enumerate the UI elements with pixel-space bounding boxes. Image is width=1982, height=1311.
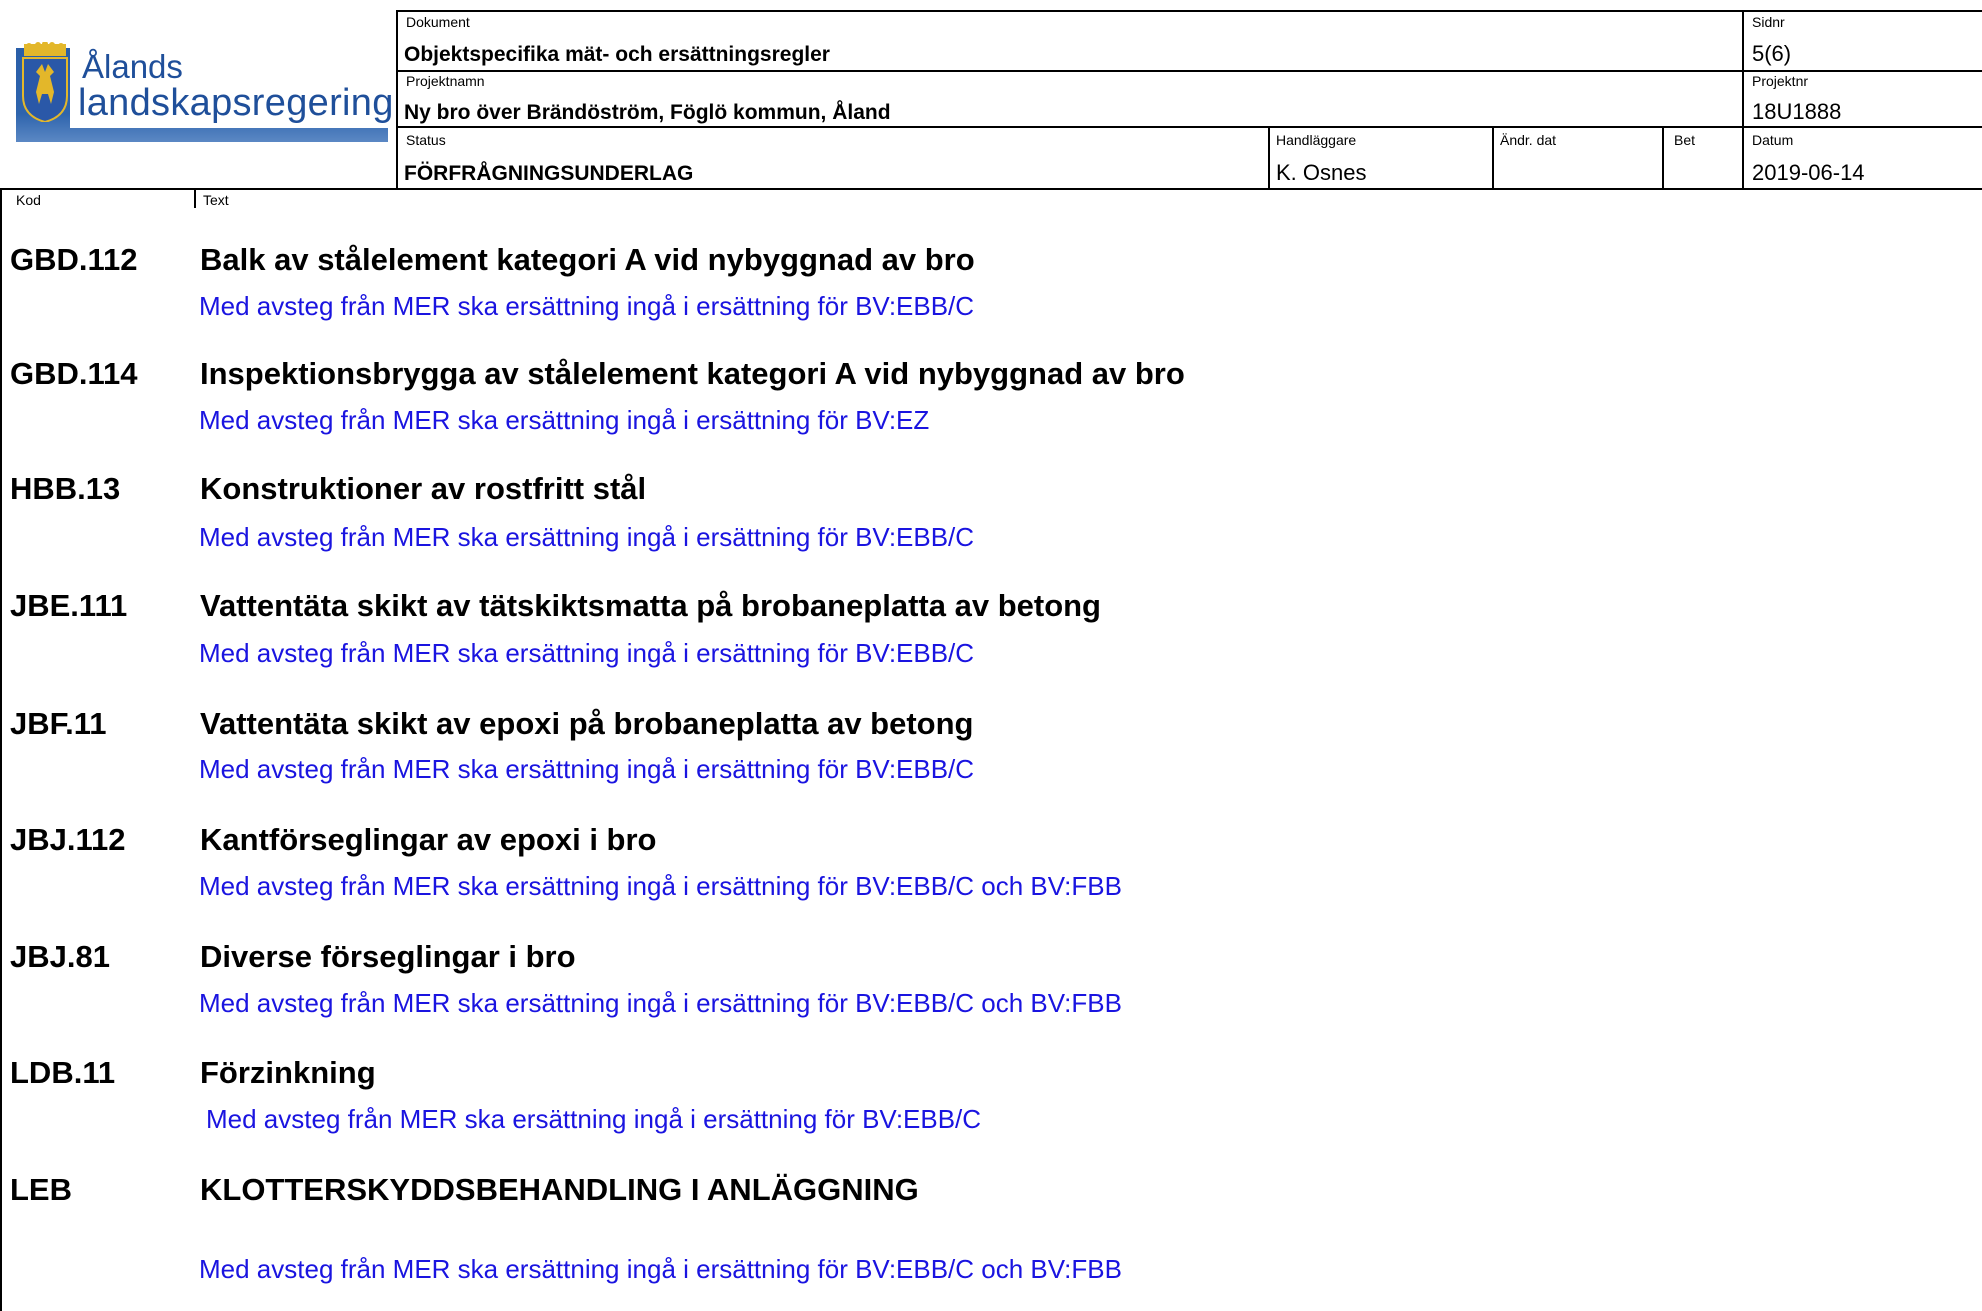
header-divider-right <box>1742 10 1744 190</box>
header-top-border <box>396 10 1982 12</box>
entry-note: Med avsteg från MER ska ersättning ingå … <box>206 1104 982 1134</box>
entry-code: JBE.111 <box>10 588 128 623</box>
andr-dat-label: Ändr. dat <box>1500 132 1557 148</box>
bet-label: Bet <box>1674 132 1696 148</box>
handlaggare-value: K. Osnes <box>1276 160 1367 185</box>
text-column-header: Text <box>203 192 229 208</box>
entry-note: Med avsteg från MER ska ersättning ingå … <box>199 1254 1122 1284</box>
handlaggare-label: Handläggare <box>1276 132 1357 148</box>
entry-title: Balk av stålelement kategori A vid nybyg… <box>200 242 975 277</box>
entry-note: Med avsteg från MER ska ersättning ingå … <box>199 522 975 552</box>
dokument-value: Objektspecifika mät- och ersättningsregl… <box>404 43 830 66</box>
dokument-label: Dokument <box>406 14 470 30</box>
header-divider-handlaggare <box>1268 126 1270 190</box>
header-divider-logo <box>396 10 398 190</box>
aland-logo: Ålands landskapsregering <box>16 42 393 142</box>
header-divider-andr <box>1492 126 1494 190</box>
header-row-line-1 <box>396 70 1982 72</box>
entry-title: Vattentäta skikt av tätskiktsmatta på br… <box>200 588 1101 623</box>
entry-title: Förzinkning <box>200 1055 376 1090</box>
entry-note: Med avsteg från MER ska ersättning ingå … <box>199 754 975 784</box>
entry-note: Med avsteg från MER ska ersättning ingå … <box>199 988 1122 1018</box>
entry-title: Kantförseglingar av epoxi i bro <box>200 822 657 857</box>
entry-code: JBF.11 <box>10 706 107 741</box>
kod-column-header: Kod <box>16 192 41 208</box>
entry-title: Vattentäta skikt av epoxi på brobaneplat… <box>200 706 974 741</box>
entry-code: GBD.112 <box>10 242 138 277</box>
header-row-line-2 <box>396 126 1982 128</box>
logo-text-line2: landskapsregering <box>78 82 394 124</box>
entry-title: Konstruktioner av rostfritt stål <box>200 471 647 506</box>
header-divider-bet <box>1662 126 1664 190</box>
header-bottom-border <box>0 188 1982 190</box>
entry-code: LDB.11 <box>10 1055 116 1090</box>
entry-title: KLOTTERSKYDDSBEHANDLING I ANLÄGGNING <box>200 1172 919 1207</box>
entry-code: JBJ.81 <box>10 939 110 974</box>
projektnr-value: 18U1888 <box>1752 99 1842 124</box>
document-header: Ålands landskapsregering Dokument Objekt… <box>0 0 1982 190</box>
column-divider-tick <box>194 190 196 208</box>
status-value: FÖRFRÅGNINGSUNDERLAG <box>404 162 694 185</box>
entry-code: GBD.114 <box>10 356 138 391</box>
datum-label: Datum <box>1752 132 1794 148</box>
projektnamn-label: Projektnamn <box>406 73 485 89</box>
sidnr-label: Sidnr <box>1752 14 1785 30</box>
entry-code: LEB <box>10 1172 72 1207</box>
entry-title: Inspektionsbrygga av stålelement kategor… <box>200 356 1185 391</box>
logo-text-line1: Ålands <box>82 48 183 85</box>
entry-note: Med avsteg från MER ska ersättning ingå … <box>199 291 975 321</box>
page-left-border <box>0 190 2 1311</box>
entry-note: Med avsteg från MER ska ersättning ingå … <box>199 638 975 668</box>
coat-of-arms-icon <box>22 42 68 122</box>
sidnr-value: 5(6) <box>1752 41 1792 66</box>
status-label: Status <box>406 132 446 148</box>
datum-value: 2019-06-14 <box>1752 160 1865 185</box>
entry-code: JBJ.112 <box>10 822 126 857</box>
entry-title: Diverse förseglingar i bro <box>200 939 576 974</box>
projektnr-label: Projektnr <box>1752 73 1809 89</box>
projektnamn-value: Ny bro över Brändöström, Föglö kommun, Å… <box>404 101 891 124</box>
entry-code: HBB.13 <box>10 471 121 506</box>
entry-note: Med avsteg från MER ska ersättning ingå … <box>199 871 1122 901</box>
entry-note: Med avsteg från MER ska ersättning ingå … <box>199 405 930 435</box>
